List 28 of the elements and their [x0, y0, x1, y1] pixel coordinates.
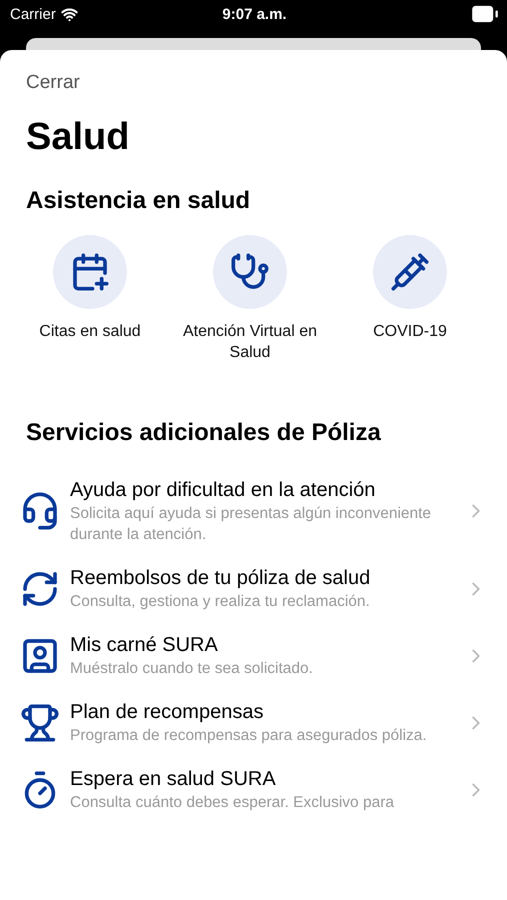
section-heading: Asistencia en salud: [26, 187, 252, 215]
service-description: Solicita aquí ayuda si presentas algún inconveniente durante la atención.: [70, 504, 432, 545]
page-title: Salud: [26, 116, 130, 159]
headset-icon: [20, 491, 60, 531]
carrier-label: Carrier: [10, 6, 56, 22]
service-description: Muéstralo cuando te sea solicitado.: [70, 659, 314, 679]
shortcut-tile[interactable]: Citas en salud: [10, 235, 170, 363]
service-title[interactable]: Reembolsos de tu póliza de salud: [70, 565, 455, 591]
service-title[interactable]: Mis carné SURA: [70, 632, 455, 658]
shortcut-label: Citas en salud: [38, 322, 142, 342]
stethoscope-icon: [230, 252, 270, 292]
syringe-icon: [390, 252, 430, 292]
service-title[interactable]: Espera en salud SURA: [70, 766, 455, 792]
service-description: Consulta cuánto debes esperar. Exclusivo para: [70, 793, 395, 813]
service-title[interactable]: Ayuda por dificultad en la atención: [70, 477, 455, 503]
shortcut-label: COVID-19: [372, 322, 448, 342]
shortcut-label: Atención Virtual en Salud: [182, 322, 318, 363]
service-description: Consulta, gestiona y realiza tu reclamación.: [70, 592, 371, 612]
trophy-icon: [20, 702, 60, 742]
shortcut-tile[interactable]: Atención Virtual en Salud: [170, 235, 330, 363]
calendar-plus-icon: [70, 252, 110, 292]
service-description: Programa de recompensas para asegurados póliza.: [70, 726, 428, 746]
section-heading: Servicios adicionales de Póliza: [26, 419, 382, 447]
shortcut-tile[interactable]: COVID-19: [330, 235, 490, 363]
close-button[interactable]: Cerrar: [26, 72, 80, 94]
wifi-icon: [60, 6, 78, 22]
status-time: 9:07 a.m.: [221, 6, 288, 22]
service-title[interactable]: Plan de recompensas: [70, 699, 455, 725]
